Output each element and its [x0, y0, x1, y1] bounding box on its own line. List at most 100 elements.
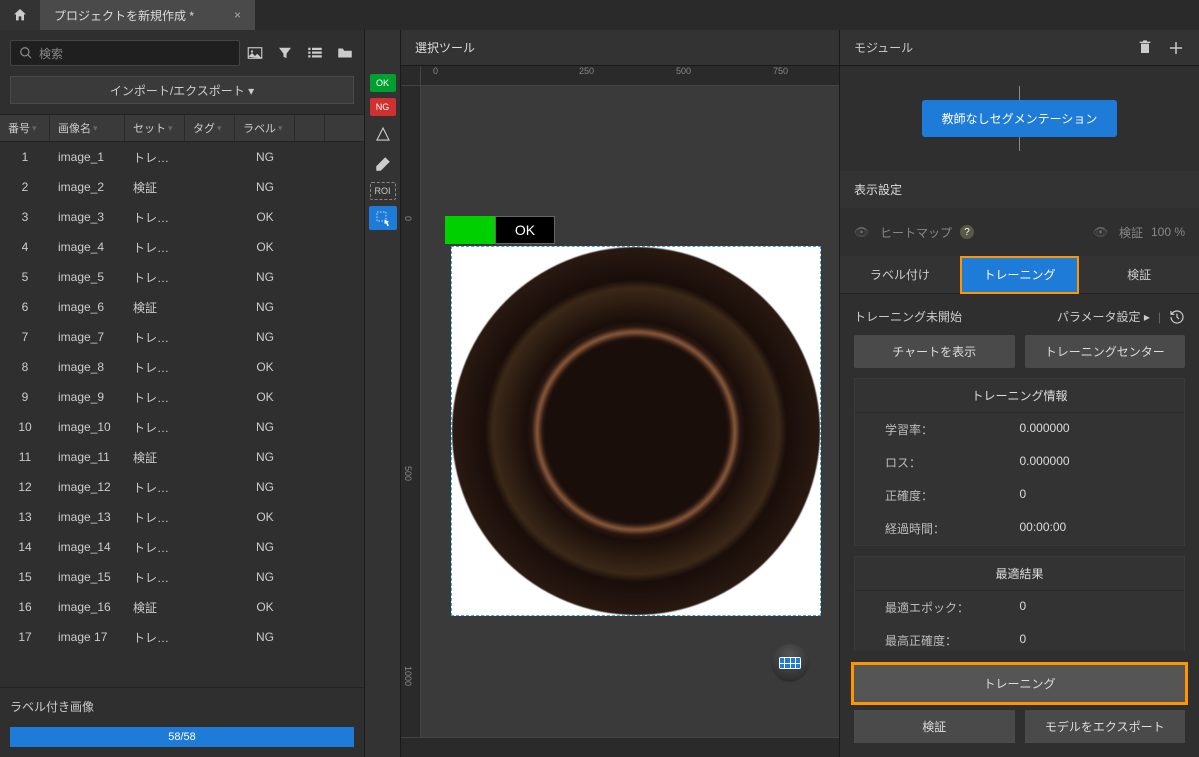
validate-button[interactable]: 検証 — [854, 710, 1015, 743]
best-epoch-label: 最適エポック： — [885, 599, 1020, 616]
export-model-button[interactable]: モデルをエクスポート — [1025, 710, 1186, 743]
table-row[interactable]: 5image_5トレー…NG — [0, 262, 364, 292]
table-row[interactable]: 8image_8トレー…OK — [0, 352, 364, 382]
ng-tool[interactable]: NG — [370, 98, 396, 116]
cell-name: image_11 — [50, 450, 125, 464]
home-button[interactable] — [0, 0, 40, 30]
tab-labeling[interactable]: ラベル付け — [840, 256, 960, 294]
cell-num: 6 — [0, 300, 50, 314]
canvas-header: 選択ツール — [401, 30, 839, 66]
cell-name: image_14 — [50, 540, 125, 554]
col-set[interactable]: セット▾ — [125, 115, 185, 141]
search-icon — [19, 46, 33, 60]
cell-name: image_7 — [50, 330, 125, 344]
table-row[interactable]: 9image_9トレー…OK — [0, 382, 364, 412]
table-row[interactable]: 14image_14トレー…NG — [0, 532, 364, 562]
tab-validation[interactable]: 検証 — [1079, 256, 1199, 294]
table-row[interactable]: 12image_12トレー…NG — [0, 472, 364, 502]
polygon-tool[interactable] — [369, 122, 397, 146]
table-row[interactable]: 6image_6検証NG — [0, 292, 364, 322]
eraser-tool[interactable] — [369, 152, 397, 176]
cell-num: 15 — [0, 570, 50, 584]
cell-set: トレー… — [125, 479, 185, 496]
cell-set: トレー… — [125, 359, 185, 376]
table-row[interactable]: 7image_7トレー…NG — [0, 322, 364, 352]
eye-icon[interactable]: 👁 — [1093, 225, 1111, 239]
cell-name: image_2 — [50, 180, 125, 194]
keyboard-shortcut-button[interactable] — [771, 644, 809, 682]
train-button[interactable]: トレーニング — [854, 665, 1185, 702]
search-input[interactable]: 検索 — [10, 40, 240, 66]
cell-label: NG — [235, 180, 295, 194]
cell-label: NG — [235, 330, 295, 344]
cell-label: NG — [235, 270, 295, 284]
left-panel: 検索 インポート/エクスポート ▾ 番号▾ 画像名▾ セット▾ タグ▾ ラベル▾… — [0, 30, 365, 757]
cell-set: 検証 — [125, 449, 185, 466]
cell-num: 3 — [0, 210, 50, 224]
select-tool[interactable] — [369, 206, 397, 230]
table-row[interactable]: 16image_16検証OK — [0, 592, 364, 622]
canvas-panel: 選択ツール 0 250 500 750 0 500 1000 OK — [401, 30, 839, 757]
cell-num: 1 — [0, 150, 50, 164]
table-row[interactable]: 15image_15トレー…NG — [0, 562, 364, 592]
cell-label: NG — [235, 570, 295, 584]
table-row[interactable]: 17image 17トレー…NG — [0, 622, 364, 652]
help-icon[interactable]: ? — [960, 225, 974, 239]
ruler-vertical: 0 500 1000 — [401, 86, 421, 737]
cell-num: 17 — [0, 630, 50, 644]
right-tabs: ラベル付け トレーニング 検証 — [840, 256, 1199, 294]
ok-tool[interactable]: OK — [370, 74, 396, 92]
roi-tool[interactable]: ROI — [370, 182, 396, 200]
table-row[interactable]: 3image_3トレー…OK — [0, 202, 364, 232]
folder-icon[interactable] — [336, 44, 354, 62]
filter-icon[interactable] — [276, 44, 294, 62]
cell-name: image_1 — [50, 150, 125, 164]
tab-training[interactable]: トレーニング — [960, 256, 1080, 294]
table-header: 番号▾ 画像名▾ セット▾ タグ▾ ラベル▾ — [0, 114, 364, 142]
cell-label: NG — [235, 540, 295, 554]
delete-module-icon[interactable] — [1137, 39, 1153, 57]
table-row[interactable]: 11image_11検証NG — [0, 442, 364, 472]
col-label[interactable]: ラベル▾ — [235, 115, 295, 141]
table-row[interactable]: 1image_1トレー…NG — [0, 142, 364, 172]
image-content — [452, 247, 820, 615]
training-center-button[interactable]: トレーニングセンター — [1025, 335, 1186, 368]
training-status: トレーニング未開始 — [854, 308, 962, 325]
list-icon[interactable] — [306, 44, 324, 62]
accuracy-label: 正確度： — [885, 487, 1020, 504]
cell-name: image_15 — [50, 570, 125, 584]
project-tab[interactable]: プロジェクトを新規作成 * × — [40, 0, 255, 30]
add-module-icon[interactable] — [1167, 39, 1185, 57]
right-footer: トレーニング 検証 モデルをエクスポート — [840, 651, 1199, 757]
close-tab-icon[interactable]: × — [234, 8, 241, 22]
right-panel: モジュール 教師なしセグメンテーション 表示設定 👁 ヒートマップ ? 👁 検証… — [839, 30, 1199, 757]
cell-name: image_5 — [50, 270, 125, 284]
import-export-button[interactable]: インポート/エクスポート ▾ — [10, 76, 354, 104]
training-info-box: トレーニング情報 学習率：0.000000 ロス：0.000000 正確度：0 … — [854, 378, 1185, 546]
module-node[interactable]: 教師なしセグメンテーション — [922, 100, 1118, 137]
col-extra[interactable] — [295, 115, 325, 141]
history-icon[interactable] — [1169, 309, 1185, 325]
eye-icon[interactable]: 👁 — [854, 225, 872, 239]
cell-label: OK — [235, 360, 295, 374]
col-num[interactable]: 番号▾ — [0, 115, 50, 141]
table-row[interactable]: 13image_13トレー…OK — [0, 502, 364, 532]
cell-name: image_3 — [50, 210, 125, 224]
labeled-images-label: ラベル付き画像 — [10, 698, 354, 715]
param-settings-link[interactable]: パラメータ設定 ▸ — [1057, 308, 1150, 325]
verify-label: 検証 — [1119, 224, 1143, 241]
col-tag[interactable]: タグ▾ — [185, 115, 235, 141]
elapsed-label: 経過時間： — [885, 520, 1020, 537]
cell-num: 16 — [0, 600, 50, 614]
col-name[interactable]: 画像名▾ — [50, 115, 125, 141]
canvas-area[interactable]: OK — [421, 86, 839, 737]
image-mode-icon[interactable] — [246, 44, 264, 62]
table-row[interactable]: 4image_4トレー…OK — [0, 232, 364, 262]
cell-num: 14 — [0, 540, 50, 554]
show-chart-button[interactable]: チャートを表示 — [854, 335, 1015, 368]
loss-label: ロス： — [885, 454, 1020, 471]
image-frame[interactable] — [451, 246, 821, 616]
table-row[interactable]: 10image_10トレー…NG — [0, 412, 364, 442]
table-row[interactable]: 2image_2検証NG — [0, 172, 364, 202]
cell-set: 検証 — [125, 599, 185, 616]
